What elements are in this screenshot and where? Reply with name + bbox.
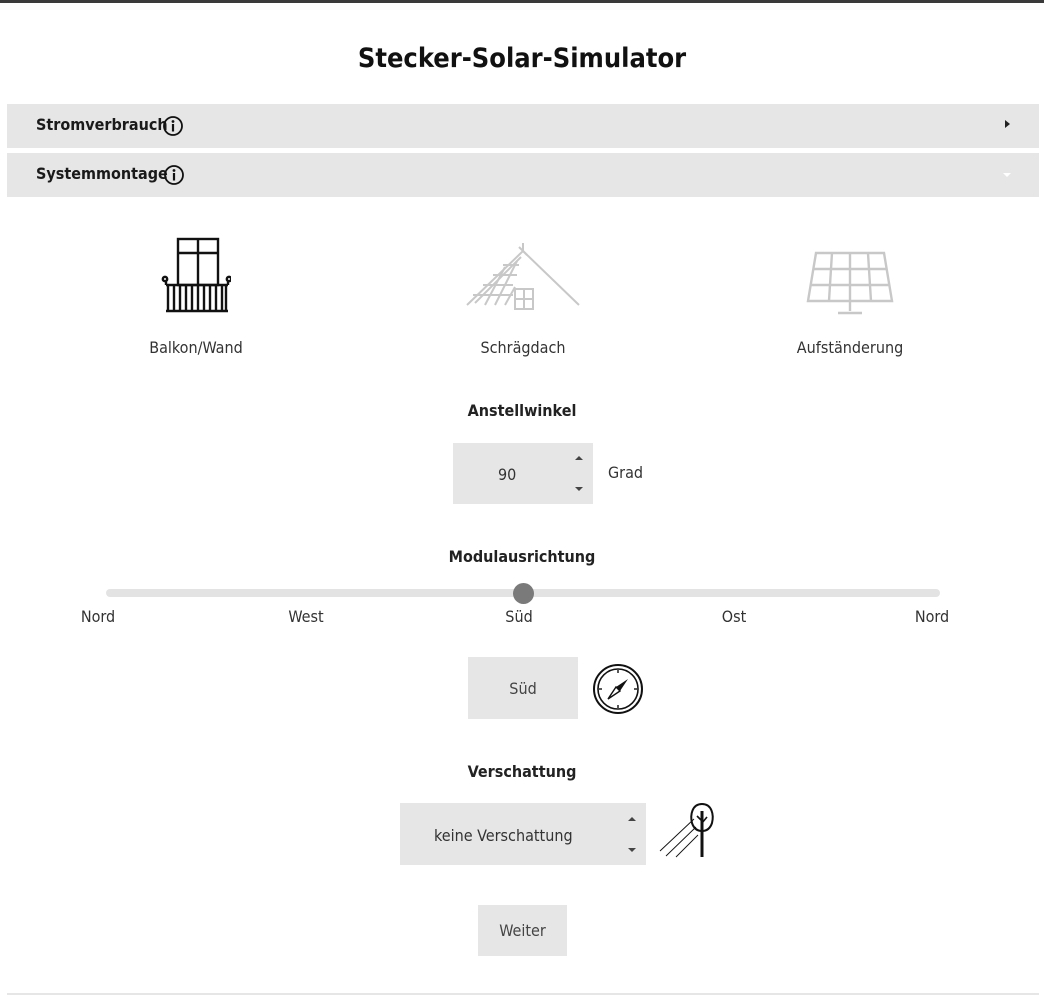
accordion-systemmontage[interactable]: Systemmontage <box>7 153 1039 197</box>
mount-option-label: Balkon/Wand <box>149 338 243 357</box>
mount-option-pitched-roof[interactable]: Schrägdach <box>413 231 633 357</box>
mount-option-balcony[interactable]: Balkon/Wand <box>86 231 306 357</box>
compass-icon <box>593 664 643 714</box>
orientation-title: Modulausrichtung <box>448 547 596 566</box>
accordion-stromverbrauch[interactable]: Stromverbrauch <box>7 104 1039 148</box>
next-button[interactable]: Weiter <box>478 905 567 956</box>
info-circle-icon[interactable] <box>162 115 184 137</box>
spin-down-icon[interactable] <box>575 486 583 492</box>
caret-down-icon <box>1003 173 1011 177</box>
mount-option-stand[interactable]: Aufständerung <box>740 231 960 357</box>
spin-up-icon[interactable] <box>575 455 583 461</box>
spin-down-icon[interactable] <box>628 847 636 853</box>
orientation-value-button[interactable]: Süd <box>468 657 578 719</box>
mount-option-label: Aufständerung <box>796 338 904 357</box>
page-title: Stecker-Solar-Simulator <box>357 43 687 74</box>
angle-value[interactable]: 90 <box>498 465 516 484</box>
shading-value[interactable]: keine Verschattung <box>434 826 573 845</box>
shading-title: Verschattung <box>467 762 577 781</box>
orientation-slider-thumb[interactable] <box>512 583 534 604</box>
spin-up-icon[interactable] <box>628 816 636 822</box>
angle-unit: Grad <box>608 463 644 482</box>
direction-label-north: Nord <box>80 607 116 626</box>
direction-label-south: Süd <box>505 607 533 626</box>
accordion-label: Stromverbrauch <box>36 115 168 134</box>
direction-label-east: Ost <box>721 607 747 626</box>
pitched-roof-icon <box>466 243 580 310</box>
solar-panel-stand-icon <box>806 251 894 315</box>
angle-title: Anstellwinkel <box>467 401 577 420</box>
tree-shade-icon <box>659 802 714 858</box>
direction-label-north-2: Nord <box>914 607 950 626</box>
shading-select[interactable]: keine Verschattung <box>400 803 646 865</box>
balcony-icon <box>161 237 231 313</box>
info-circle-icon[interactable] <box>163 164 185 186</box>
angle-spinner[interactable]: 90 <box>453 443 593 504</box>
caret-right-icon <box>1005 120 1010 128</box>
mount-option-label: Schrägdach <box>480 338 566 357</box>
accordion-label: Systemmontage <box>36 164 168 183</box>
direction-label-west: West <box>288 607 324 626</box>
